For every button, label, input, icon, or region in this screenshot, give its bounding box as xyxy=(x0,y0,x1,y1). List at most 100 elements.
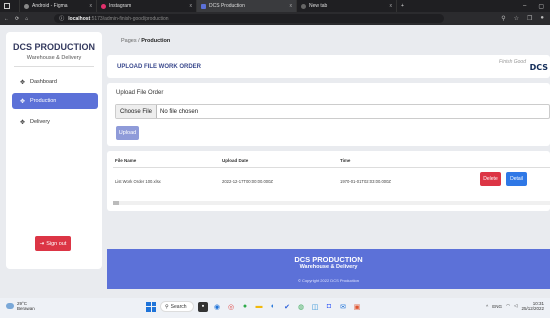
delete-button[interactable]: Delete xyxy=(480,172,501,186)
sidebar-item-dashboard[interactable]: ✥ Dashboard xyxy=(12,74,98,90)
divider xyxy=(14,66,94,67)
search-label: Search xyxy=(170,303,187,310)
info-icon: ⓘ xyxy=(59,16,65,22)
tab-dcs-production[interactable]: DCS Production x xyxy=(197,0,297,12)
spotify-icon[interactable]: ◍ xyxy=(296,302,306,312)
minimize-button[interactable]: – xyxy=(523,3,526,10)
lang-indicator[interactable]: ENG xyxy=(492,304,502,309)
system-tray: ^ ENG ◠ ◁ 10:31 25/12/2022 xyxy=(486,301,544,311)
task-view-icon[interactable]: ▪ xyxy=(198,301,208,312)
taskbar: 29°C Berawan ⚲ Search ▪ ◉ ◎ ● ▬ ◐ ✔ ◍ ◫ … xyxy=(0,298,550,318)
close-icon[interactable]: x xyxy=(390,3,393,9)
brand-title: DCS PRODUCTION xyxy=(12,42,95,52)
sidebar: DCS PRODUCTION Warehouse & Delivery ✥ Da… xyxy=(6,32,102,269)
horizontal-scrollbar[interactable] xyxy=(113,201,550,205)
close-icon[interactable]: x xyxy=(290,3,293,9)
column-header-file-name: File Name xyxy=(115,158,137,163)
home-icon[interactable]: ⌂ xyxy=(25,16,28,22)
new-tab-button[interactable]: + xyxy=(397,0,408,12)
weather-text: Berawan xyxy=(17,306,35,311)
taskbar-search[interactable]: ⚲ Search xyxy=(160,301,194,312)
cube-icon: ✥ xyxy=(20,119,26,126)
sidebar-item-delivery[interactable]: ✥ Delivery xyxy=(12,114,98,130)
volume-icon[interactable]: ◁ xyxy=(514,303,517,309)
footer-title: DCS PRODUCTION xyxy=(294,255,363,264)
file-status: No file chosen xyxy=(160,108,199,115)
cell-file-name: List Work Order 100.xlsx xyxy=(115,179,161,184)
instagram-icon xyxy=(101,3,106,9)
chevron-up-icon[interactable]: ^ xyxy=(486,304,488,309)
sidebar-item-label: Delivery xyxy=(30,119,50,125)
cube-icon: ✥ xyxy=(20,79,26,86)
url-path: :5173/admin-finish-good/production xyxy=(90,15,169,22)
maximize-button[interactable]: ▢ xyxy=(538,3,544,10)
tab-instagram[interactable]: Instagram x xyxy=(97,0,197,12)
profile-icon[interactable]: ● xyxy=(540,15,544,22)
column-header-upload-date: Upload Date xyxy=(222,158,249,163)
tab-label: Instagram xyxy=(109,3,132,9)
window-menu[interactable] xyxy=(0,0,20,12)
sign-out-label: Sign out xyxy=(46,240,67,247)
cell-time: 1970-01-01T02:03:00.000Z xyxy=(340,179,391,184)
weather-widget[interactable]: 29°C Berawan xyxy=(6,301,35,311)
upload-label: Upload File Order xyxy=(116,90,164,96)
extension-icon[interactable]: ⚲ xyxy=(501,15,505,22)
mail-icon[interactable]: ✉ xyxy=(338,302,348,312)
column-header-time: Time xyxy=(340,158,351,163)
logout-icon: ⇥ xyxy=(39,240,45,247)
scrollbar-thumb[interactable] xyxy=(113,201,119,205)
store-icon[interactable]: ✔ xyxy=(282,302,292,312)
brand-subtitle: Warehouse & Delivery xyxy=(26,55,82,61)
breadcrumb-current: Production xyxy=(141,38,171,44)
tab-label: Android - Figma xyxy=(32,3,68,9)
page-title: UPLOAD FILE WORK ORDER xyxy=(117,64,201,70)
tab-label: DCS Production xyxy=(209,3,245,9)
sidebar-item-label: Production xyxy=(30,98,57,104)
sidebar-item-production[interactable]: ✥ Production xyxy=(12,93,98,109)
folder-icon[interactable]: ▬ xyxy=(254,302,264,312)
vscode-icon[interactable]: ◫ xyxy=(310,302,320,312)
back-icon[interactable]: ← xyxy=(4,16,9,22)
app-icon[interactable]: ▣ xyxy=(352,302,362,312)
wifi-icon[interactable]: ◠ xyxy=(506,303,510,309)
figma-icon xyxy=(24,3,29,9)
cell-upload-date: 2022-12-17T00:00:00.000Z xyxy=(222,179,273,184)
sidebar-item-label: Dashboard xyxy=(30,79,57,85)
detail-button[interactable]: Detail xyxy=(506,172,527,186)
cube-icon: ✥ xyxy=(20,98,26,105)
page-icon xyxy=(201,3,206,9)
close-icon[interactable]: x xyxy=(90,3,93,9)
footer-copyright: © Copyright 2022 DCS Production xyxy=(298,278,359,283)
browser-tab-bar: Android - Figma x Instagram x DCS Produc… xyxy=(0,0,550,12)
sign-out-button[interactable]: ⇥ Sign out xyxy=(35,236,71,251)
upload-button[interactable]: Upload xyxy=(116,126,139,140)
footer-subtitle: Warehouse & Delivery xyxy=(299,264,358,270)
close-icon[interactable]: x xyxy=(190,3,193,9)
clock[interactable]: 10:31 25/12/2022 xyxy=(521,301,544,311)
finish-good-label: Finish Good xyxy=(499,59,526,65)
table-card: File Name Upload Date Time List Work Ord… xyxy=(107,151,550,211)
tab-new[interactable]: New tab x xyxy=(297,0,397,12)
tab-figma[interactable]: Android - Figma x xyxy=(20,0,97,12)
footer: DCS PRODUCTION Warehouse & Delivery © Co… xyxy=(107,249,550,289)
url-host: localhost xyxy=(68,15,91,22)
breadcrumb-root[interactable]: Pages xyxy=(121,38,137,44)
breadcrumb: Pages / Production xyxy=(121,38,170,44)
chrome-icon[interactable]: ● xyxy=(240,302,250,312)
favorites-icon[interactable]: ☆ xyxy=(514,15,519,22)
url-input[interactable]: ⓘ localhost :5173/admin-finish-good/prod… xyxy=(54,14,445,23)
discord-icon[interactable]: ◘ xyxy=(324,302,334,312)
search-icon: ⚲ xyxy=(165,303,169,310)
date-text: 25/12/2022 xyxy=(521,306,544,311)
file-input[interactable]: Choose File No file chosen xyxy=(115,104,550,119)
choose-file-button[interactable]: Choose File xyxy=(116,105,158,118)
reload-icon[interactable]: ⟳ xyxy=(15,16,19,22)
header-card: UPLOAD FILE WORK ORDER Finish Good DCS xyxy=(107,55,550,78)
edge-icon[interactable]: ◐ xyxy=(268,302,278,312)
chat-icon[interactable]: ◉ xyxy=(212,302,222,312)
upload-card: Upload File Order Choose File No file ch… xyxy=(107,83,550,146)
tab-label: New tab xyxy=(309,3,328,9)
opera-icon[interactable]: ◎ xyxy=(226,302,236,312)
windows-start-icon[interactable] xyxy=(146,301,156,312)
collections-icon[interactable]: ❐ xyxy=(527,15,532,22)
